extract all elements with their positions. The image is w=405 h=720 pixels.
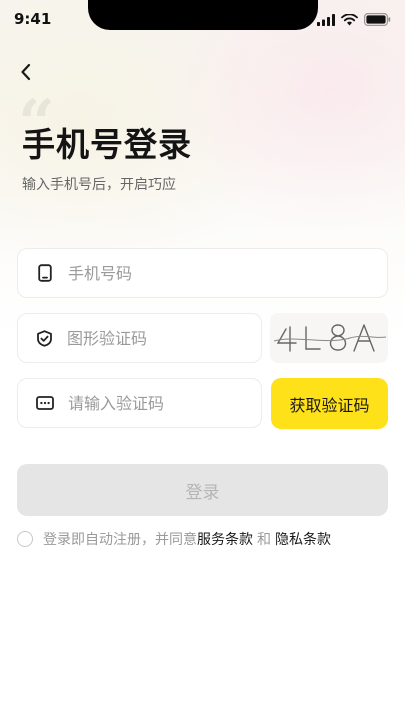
privacy-link[interactable]: 隐私条款 xyxy=(275,529,331,549)
captcha-image[interactable] xyxy=(270,313,388,363)
page-subtitle: 输入手机号后，开启巧应 xyxy=(22,177,176,193)
code-input[interactable] xyxy=(66,392,270,414)
back-button[interactable] xyxy=(12,58,40,86)
battery-icon xyxy=(364,13,391,26)
status-time: 9:41 xyxy=(14,10,52,28)
terms-link[interactable]: 服务条款 xyxy=(197,529,253,549)
device-notch xyxy=(88,0,318,30)
wifi-icon xyxy=(341,13,358,25)
signal-icon xyxy=(317,13,335,26)
captcha-input[interactable] xyxy=(65,327,269,349)
page-title: 手机号登录 xyxy=(22,125,192,164)
chevron-left-icon xyxy=(21,63,31,81)
captcha-field[interactable] xyxy=(17,313,269,363)
agreement-row: 登录即自动注册，并同意 服务条款 和 隐私条款 xyxy=(17,528,331,550)
get-code-button[interactable]: 获取验证码 xyxy=(271,378,388,429)
status-bar: 9:41 xyxy=(0,0,405,40)
message-dots-icon xyxy=(36,394,54,412)
shield-check-icon xyxy=(36,329,53,347)
login-button[interactable]: 登录 xyxy=(17,464,388,516)
captcha-glyphs xyxy=(273,324,387,352)
code-field[interactable] xyxy=(17,378,270,428)
status-icons xyxy=(317,13,391,26)
phone-field[interactable] xyxy=(17,248,388,298)
phone-input[interactable] xyxy=(66,262,270,284)
phone-icon xyxy=(36,264,54,282)
agreement-conjunction: 和 xyxy=(257,532,271,548)
agree-checkbox[interactable] xyxy=(17,531,33,547)
agreement-text: 登录即自动注册，并同意 xyxy=(43,532,197,548)
